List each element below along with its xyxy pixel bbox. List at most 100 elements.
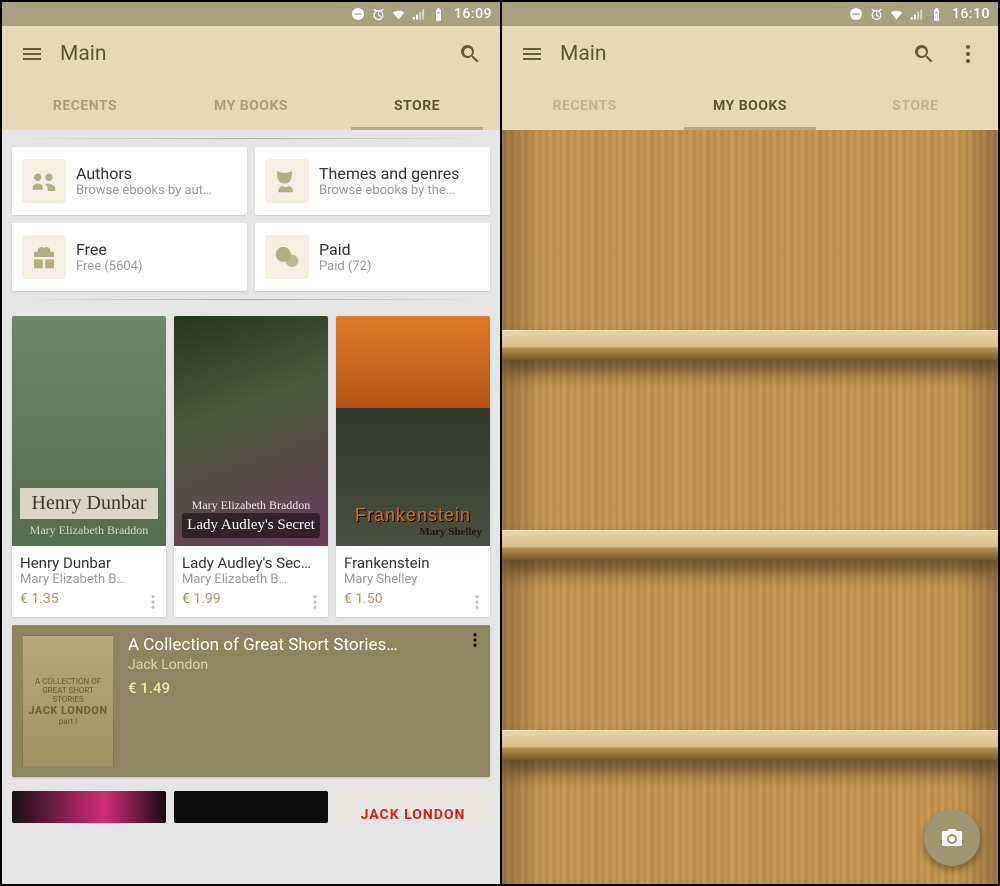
overflow-button[interactable] bbox=[946, 32, 990, 76]
wifi-icon bbox=[889, 7, 904, 22]
books-peek-row: JACK LONDON bbox=[2, 785, 500, 823]
status-time: 16:10 bbox=[952, 6, 990, 22]
book-card[interactable]: Henry Dunbar Mary Elizabeth Braddon Henr… bbox=[12, 316, 166, 617]
book-peek[interactable] bbox=[12, 791, 166, 823]
more-vert-icon bbox=[468, 593, 486, 611]
masks-icon bbox=[265, 159, 309, 203]
dnd-icon bbox=[350, 6, 366, 22]
divider bbox=[16, 138, 486, 139]
app-bar: Main RECENTS MY BOOKS STORE bbox=[2, 26, 500, 130]
cover-text: part I bbox=[59, 717, 78, 726]
screen-mybooks: 16:10 Main RECENTS MY BOOKS STORE bbox=[500, 2, 998, 884]
book-author: Mary Elizabeth B… bbox=[20, 572, 158, 587]
category-subtitle: Browse ebooks by aut… bbox=[76, 183, 212, 198]
category-grid: AuthorsBrowse ebooks by aut… Themes and … bbox=[2, 147, 500, 291]
book-more-button[interactable] bbox=[144, 593, 162, 611]
category-title: Authors bbox=[76, 164, 212, 183]
shelf bbox=[502, 530, 998, 560]
app-bar: Main RECENTS MY BOOKS STORE bbox=[502, 26, 998, 130]
cover-author: Mary Elizabeth Braddon bbox=[20, 523, 158, 538]
cover-text: JACK LONDON bbox=[28, 704, 107, 717]
search-button[interactable] bbox=[448, 32, 492, 76]
gift-icon bbox=[22, 235, 66, 279]
category-title: Paid bbox=[319, 240, 372, 259]
category-genres[interactable]: Themes and genresBrowse ebooks by the… bbox=[255, 147, 490, 215]
status-time: 16:09 bbox=[454, 6, 492, 22]
screen-store: 16:09 Main RECENTS MY BOOKS STORE bbox=[2, 2, 500, 884]
signal-icon bbox=[909, 7, 924, 22]
author-icon bbox=[22, 159, 66, 203]
tab-recents[interactable]: RECENTS bbox=[502, 82, 667, 130]
peek-text: JACK LONDON bbox=[361, 807, 466, 823]
category-title: Themes and genres bbox=[319, 164, 459, 183]
book-peek[interactable]: JACK LONDON bbox=[336, 791, 490, 823]
signal-icon bbox=[411, 7, 426, 22]
search-icon bbox=[912, 42, 936, 66]
book-price: € 1.50 bbox=[344, 591, 482, 607]
alarm-icon bbox=[869, 7, 884, 22]
category-subtitle: Paid (72) bbox=[319, 259, 372, 274]
featured-book[interactable]: A COLLECTION OF GREAT SHORT STORIES JACK… bbox=[12, 625, 490, 777]
menu-button[interactable] bbox=[510, 32, 554, 76]
book-cover: Frankenstein Mary Shelley bbox=[336, 316, 490, 546]
book-author: Mary Shelley bbox=[344, 572, 482, 587]
wifi-icon bbox=[391, 7, 406, 22]
tab-store[interactable]: STORE bbox=[334, 82, 500, 130]
hamburger-icon bbox=[20, 42, 44, 66]
book-cover: Henry Dunbar Mary Elizabeth Braddon bbox=[12, 316, 166, 546]
coins-icon bbox=[265, 235, 309, 279]
featured-cover: A COLLECTION OF GREAT SHORT STORIES JACK… bbox=[22, 635, 114, 767]
featured-price: € 1.49 bbox=[128, 679, 398, 697]
battery-icon bbox=[431, 7, 446, 22]
page-title: Main bbox=[554, 42, 902, 66]
tab-recents[interactable]: RECENTS bbox=[2, 82, 168, 130]
books-row: Henry Dunbar Mary Elizabeth Braddon Henr… bbox=[2, 308, 500, 617]
book-card[interactable]: Frankenstein Mary Shelley Frankenstein M… bbox=[336, 316, 490, 617]
book-title: Lady Audley's Sec… bbox=[182, 554, 320, 572]
book-peek[interactable] bbox=[174, 791, 328, 823]
book-price: € 1.99 bbox=[182, 591, 320, 607]
divider bbox=[16, 299, 486, 300]
more-vert-icon bbox=[466, 631, 484, 649]
featured-more-button[interactable] bbox=[466, 631, 484, 649]
more-vert-icon bbox=[306, 593, 324, 611]
cover-title: Frankenstein bbox=[344, 505, 482, 526]
book-title: Frankenstein bbox=[344, 554, 482, 572]
shelf bbox=[502, 330, 998, 360]
cover-author: Mary Elizabeth Braddon bbox=[182, 498, 320, 513]
category-paid[interactable]: PaidPaid (72) bbox=[255, 223, 490, 291]
book-title: Henry Dunbar bbox=[20, 554, 158, 572]
store-body: AuthorsBrowse ebooks by aut… Themes and … bbox=[2, 130, 500, 884]
category-authors[interactable]: AuthorsBrowse ebooks by aut… bbox=[12, 147, 247, 215]
battery-icon bbox=[929, 7, 944, 22]
category-free[interactable]: FreeFree (5604) bbox=[12, 223, 247, 291]
book-card[interactable]: Mary Elizabeth Braddon Lady Audley's Sec… bbox=[174, 316, 328, 617]
hamburger-icon bbox=[520, 42, 544, 66]
book-more-button[interactable] bbox=[468, 593, 486, 611]
library-shelf-view[interactable] bbox=[502, 130, 998, 884]
tab-mybooks[interactable]: MY BOOKS bbox=[168, 82, 334, 130]
tabs: RECENTS MY BOOKS STORE bbox=[502, 82, 998, 130]
tab-mybooks[interactable]: MY BOOKS bbox=[667, 82, 832, 130]
cover-title: Henry Dunbar bbox=[20, 488, 158, 519]
scan-fab[interactable] bbox=[924, 810, 980, 866]
menu-button[interactable] bbox=[10, 32, 54, 76]
page-title: Main bbox=[54, 42, 448, 66]
shelf bbox=[502, 730, 998, 760]
cover-author: Mary Shelley bbox=[344, 526, 482, 538]
search-icon bbox=[458, 42, 482, 66]
status-bar: 16:09 bbox=[2, 2, 500, 26]
cover-text: GREAT SHORT STORIES bbox=[27, 686, 109, 704]
book-cover: Mary Elizabeth Braddon Lady Audley's Sec… bbox=[174, 316, 328, 546]
category-subtitle: Free (5604) bbox=[76, 259, 143, 274]
featured-author: Jack London bbox=[128, 657, 398, 673]
book-more-button[interactable] bbox=[306, 593, 324, 611]
tab-store[interactable]: STORE bbox=[833, 82, 998, 130]
search-button[interactable] bbox=[902, 32, 946, 76]
cover-title: Lady Audley's Secret bbox=[182, 513, 320, 538]
book-price: € 1.35 bbox=[20, 591, 158, 607]
more-vert-icon bbox=[144, 593, 162, 611]
dnd-icon bbox=[848, 6, 864, 22]
cover-text: A COLLECTION OF bbox=[35, 677, 101, 686]
alarm-icon bbox=[371, 7, 386, 22]
